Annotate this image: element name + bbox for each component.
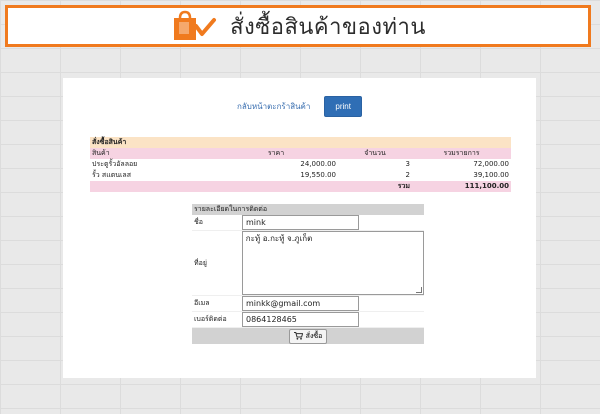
phone-row: เบอร์ติดต่อ 0864128465 (192, 312, 424, 328)
item-price: 24,000.00 (300, 160, 336, 168)
table-row: รั้ว สแตนเลส 19,550.00 2 39,100.00 (90, 170, 511, 181)
column-header-quantity: จำนวน (338, 148, 412, 159)
item-name: ประตูรั้วอัลลอย (92, 160, 138, 168)
column-header-price: ราคา (214, 148, 338, 159)
top-actions: กลับหน้าตะกร้าสินค้า print (63, 96, 536, 117)
order-total-row: รวม 111,100.00 (90, 181, 511, 192)
phone-field[interactable]: 0864128465 (242, 312, 359, 327)
phone-label: เบอร์ติดต่อ (194, 315, 227, 323)
item-price: 19,550.00 (300, 171, 336, 179)
email-row: อีเมล minkk@gmail.com (192, 296, 424, 312)
address-row: ที่อยู่ กะทู้ อ.กะทู้ จ.ภูเก็ต (192, 231, 424, 296)
column-header-product: สินค้า (90, 148, 214, 159)
shopping-bag-check-icon (170, 10, 218, 42)
item-quantity: 2 (405, 171, 410, 179)
email-field[interactable]: minkk@gmail.com (242, 296, 359, 311)
resize-handle[interactable] (416, 287, 422, 293)
item-quantity: 3 (405, 160, 410, 168)
total-label: รวม (90, 181, 412, 192)
item-subtotal: 72,000.00 (473, 160, 509, 168)
print-button[interactable]: print (324, 96, 362, 117)
page-banner: สั่งซื้อสินค้าของท่าน (5, 5, 591, 47)
item-name: รั้ว สแตนเลส (92, 171, 131, 179)
email-label: อีเมล (194, 299, 210, 307)
place-order-label: สั่งซื้อ (305, 332, 323, 340)
page-title: สั่งซื้อสินค้าของท่าน (230, 14, 426, 40)
order-card: กลับหน้าตะกร้าสินค้า print สั่งซื้อสินค้… (63, 78, 536, 378)
order-table: สั่งซื้อสินค้า สินค้า ราคา จำนวน รวมรายก… (90, 137, 511, 192)
total-value: 111,100.00 (412, 181, 511, 192)
order-section-title: สั่งซื้อสินค้า (90, 137, 511, 148)
order-table-title-row: สั่งซื้อสินค้า (90, 137, 511, 148)
contact-form: รายละเอียดในการติดต่อ ชื่อ mink ที่อยู่ … (192, 204, 424, 344)
name-field[interactable]: mink (242, 215, 359, 230)
cart-icon (293, 332, 303, 340)
contact-footer: สั่งซื้อ (192, 328, 424, 344)
table-row: ประตูรั้วอัลลอย 24,000.00 3 72,000.00 (90, 159, 511, 170)
item-subtotal: 39,100.00 (473, 171, 509, 179)
name-row: ชื่อ mink (192, 215, 424, 231)
place-order-button[interactable]: สั่งซื้อ (288, 328, 328, 344)
address-field[interactable]: กะทู้ อ.กะทู้ จ.ภูเก็ต (241, 231, 424, 295)
address-label: ที่อยู่ (194, 258, 207, 267)
order-table-header: สินค้า ราคา จำนวน รวมรายการ (90, 148, 511, 159)
back-to-cart-link[interactable]: กลับหน้าตะกร้าสินค้า (237, 100, 310, 113)
column-header-line-total: รวมรายการ (412, 148, 511, 159)
address-text: กะทู้ อ.กะทู้ จ.ภูเก็ต (245, 234, 313, 243)
contact-section-title: รายละเอียดในการติดต่อ (192, 204, 424, 215)
name-label: ชื่อ (194, 218, 203, 226)
